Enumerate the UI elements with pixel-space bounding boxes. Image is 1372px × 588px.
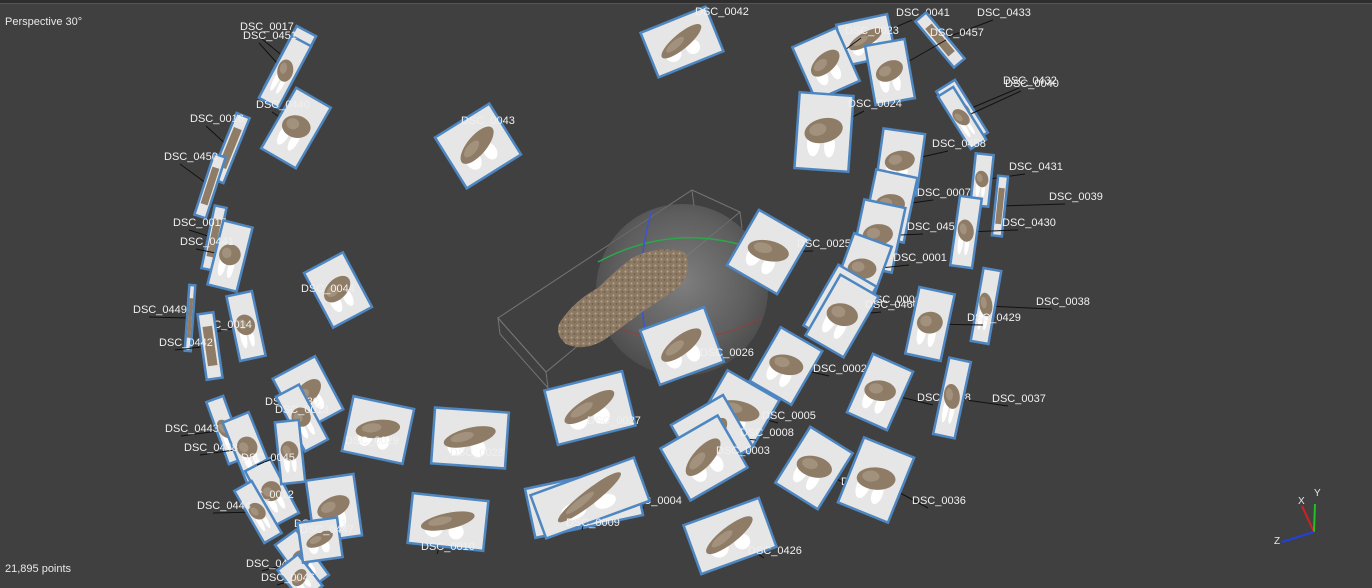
camera-dsc-0460[interactable]: DSC_0460 [803, 272, 919, 360]
camera-label: DSC_0460 [865, 299, 919, 311]
camera-label: DSC_0028 [450, 447, 504, 459]
camera-label: DSC_0015 [173, 217, 227, 229]
camera-thumbnail[interactable] [793, 90, 855, 174]
point-count-label: 21,895 points [5, 563, 72, 575]
camera-dsc-0440[interactable]: DSC_0440 [256, 85, 333, 171]
camera-label: DSC_0010 [421, 541, 475, 553]
camera-thumbnail[interactable] [913, 10, 967, 70]
camera-label: DSC_0450 [164, 151, 218, 163]
camera-label: DSC_0457 [930, 27, 984, 39]
view-mode-label: Perspective 30° [5, 16, 83, 28]
camera-dsc-0044[interactable]: DSC_0044 [301, 250, 374, 330]
camera-thumbnail[interactable] [681, 496, 779, 576]
camera-label: DSC_0459 [907, 221, 961, 233]
camera-label: DSC_0002 [813, 363, 867, 375]
y-axis-line [1313, 503, 1316, 533]
camera-label: DSC_0045 [241, 452, 295, 464]
camera-dsc-0027[interactable]: DSC_0027 [542, 369, 641, 447]
camera-label: DSC_0042 [695, 6, 749, 18]
camera-dsc-0028[interactable]: DSC_0028 [429, 406, 511, 470]
camera-thumbnail[interactable] [863, 37, 917, 107]
camera-label: DSC_0043 [461, 115, 515, 127]
camera-label: DSC_0040 [1005, 78, 1059, 90]
x-axis-line [1301, 505, 1315, 533]
3d-viewport[interactable]: DSC_0017 DSC_0451 DSC_0440 DSC_0016 DSC_0450… [0, 0, 1372, 588]
camera-leader-line [148, 316, 191, 319]
camera-label: DSC_0431 [1009, 161, 1063, 173]
camera-label: DSC_0046 [261, 572, 315, 584]
camera-thumbnail[interactable] [542, 369, 638, 447]
camera-thumbnail[interactable] [340, 394, 416, 466]
camera-dsc-0029[interactable]: DSC_0029 [340, 394, 416, 466]
camera-dsc-0038[interactable]: DSC_0038 [969, 266, 1090, 346]
camera-thumbnail[interactable] [429, 406, 511, 470]
x-axis-label: X [1298, 496, 1305, 507]
camera-label: DSC_0013 [275, 404, 329, 416]
z-axis-label: Z [1274, 536, 1280, 547]
camera-dsc-0037[interactable]: DSC_0037 [931, 356, 1046, 440]
camera-label: DSC_0016 [190, 113, 244, 125]
camera-label: DSC_0429 [967, 312, 1021, 324]
camera-label: DSC_0426 [748, 545, 802, 557]
camera-leader-line [999, 203, 1066, 207]
camera-label: DSC_0024 [848, 98, 902, 110]
camera-label: DSC_0440 [256, 99, 310, 111]
camera-dsc-0447[interactable]: DSC_0447 [295, 515, 354, 565]
camera-dsc-0042[interactable]: DSC_0042 [638, 5, 749, 79]
camera-dsc-0426[interactable]: DSC_0426 [681, 496, 802, 576]
camera-dsc-0010[interactable]: DSC_0010 [406, 491, 490, 555]
camera-label: DSC_0005 [762, 410, 816, 422]
camera-label: DSC_0442 [159, 337, 213, 349]
camera-label: DSC_0038 [1036, 296, 1090, 308]
camera-label: DSC_0003 [716, 445, 770, 457]
camera-label: DSC_0430 [1002, 217, 1056, 229]
camera-label: DSC_0458 [932, 138, 986, 150]
camera-label: DSC_0044 [301, 283, 355, 295]
camera-label: DSC_0025 [797, 238, 851, 250]
camera-dsc-0043[interactable]: DSC_0043 [433, 101, 523, 191]
camera-thumbnail[interactable] [969, 266, 1003, 346]
camera-dsc-0429[interactable]: DSC_0429 [903, 285, 1021, 363]
camera-label: DSC_0447 [300, 524, 354, 536]
camera-scene[interactable]: DSC_0017DSC_0451DSC_0440DSC_0016DSC_0450… [0, 0, 1372, 588]
camera-label: DSC_0023 [845, 25, 899, 37]
camera-label: DSC_0037 [992, 393, 1046, 405]
camera-label: DSC_0444 [197, 500, 251, 512]
camera-label: DSC_0029 [345, 435, 399, 447]
camera-label: DSC_0039 [1049, 191, 1103, 203]
camera-label: DSC_0036 [912, 495, 966, 507]
camera-label: DSC_0443 [165, 423, 219, 435]
camera-label: DSC_0448 [184, 442, 238, 454]
z-axis-line [1281, 531, 1315, 543]
axis-gizmo: X Y Z [1274, 488, 1321, 547]
camera-label: DSC_0451 [243, 30, 297, 42]
camera-label: DSC_0433 [977, 7, 1031, 19]
camera-label: DSC_0001 [893, 252, 947, 264]
camera-label: DSC_0008 [740, 427, 794, 439]
camera-label: DSC_0026 [700, 347, 754, 359]
camera-dsc-0009[interactable]: DSC_0009 [528, 455, 652, 541]
camera-dsc-0036[interactable]: DSC_0036 [836, 435, 966, 525]
camera-label: DSC_0009 [566, 517, 620, 529]
y-axis-label: Y [1314, 488, 1321, 499]
camera-label: DSC_0441 [180, 236, 234, 248]
camera-label: DSC_0449 [133, 304, 187, 316]
camera-label: DSC_0027 [587, 415, 641, 427]
camera-thumbnail[interactable] [948, 194, 984, 270]
